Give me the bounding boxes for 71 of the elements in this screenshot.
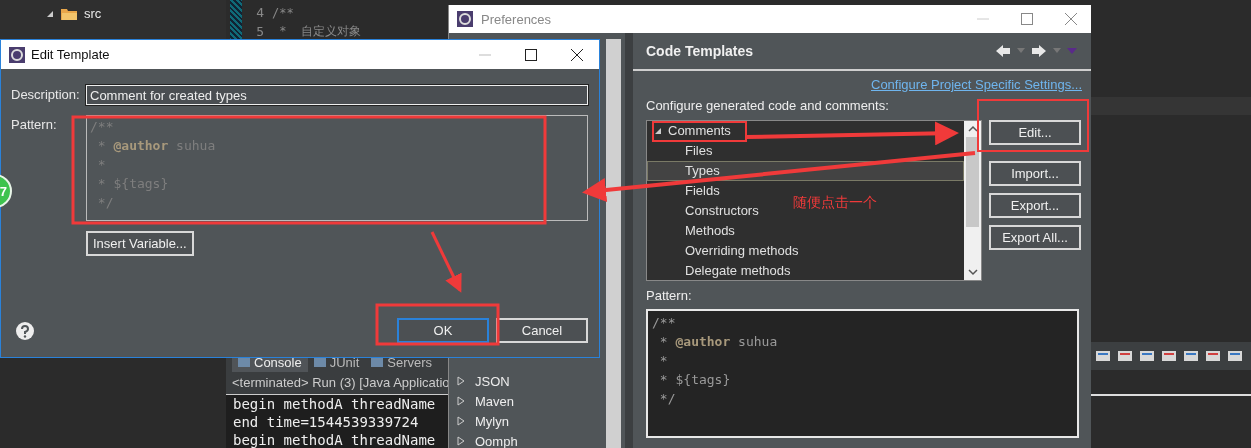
tree-item[interactable]: JSON [475,373,510,389]
code-line: /** [652,314,677,332]
scrollbar[interactable] [964,121,981,280]
page-heading: Code Templates [646,43,754,59]
field-label: Pattern: [11,116,58,132]
section-label: Configure generated code and comments: [646,98,890,113]
code-line: * 自定义对象 [278,23,361,40]
ok-button[interactable]: OK [397,318,489,343]
scroll-down-icon[interactable] [967,268,978,276]
help-icon[interactable] [15,320,35,341]
close-icon[interactable] [571,48,583,61]
tree-item[interactable]: Delegate methods [647,260,798,280]
code-line: */ [658,390,677,408]
expand-caret-icon[interactable] [457,396,465,406]
console-status: <terminated> Run (3) [Java Applicatio [226,372,448,395]
expand-caret-icon[interactable] [457,436,465,446]
tree-item[interactable]: Constructors [647,200,766,221]
maximize-icon[interactable] [525,48,537,61]
code-line: * [96,156,107,174]
code-line: /** [90,118,115,136]
gear-icon [9,46,25,63]
expand-caret-icon[interactable] [46,9,54,18]
cancel-button[interactable]: Cancel [496,318,588,343]
line-number: 5 [255,24,264,39]
toolbar-icon[interactable] [1182,348,1200,364]
toolbar-icon[interactable] [1094,348,1112,364]
toolbar-icon[interactable] [1116,348,1134,364]
panel-tab[interactable]: Servers [365,352,439,372]
toolbar-icon[interactable] [1204,348,1222,364]
code-line: * ${tags} [658,371,732,389]
toolbar-icon[interactable] [1138,348,1156,364]
code-line: * [658,352,669,370]
code-line: */ [96,194,115,212]
code-line: *@author suhua [658,333,779,351]
tree-item[interactable]: src [84,6,102,21]
window-title: Edit Template [31,47,110,62]
scrollbar[interactable] [606,39,621,448]
settings-link[interactable]: Configure Project Specific Settings... [871,77,1082,92]
line-number: 4 [255,5,264,20]
tree-item[interactable]: Files [647,140,720,161]
tree-item[interactable]: Methods [647,220,742,241]
action-button[interactable]: Export All... [989,225,1081,250]
expand-caret-icon[interactable] [654,126,662,135]
field-label: Description: [11,86,81,102]
tree-item[interactable]: Overriding methods [647,240,806,261]
tree-item[interactable]: Oomph [475,433,518,448]
window-title: Preferences [481,11,552,27]
insert-variable-button[interactable]: Insert Variable... [86,231,194,256]
expand-caret-icon[interactable] [457,416,465,426]
panel-tab[interactable]: JUnit [307,352,366,372]
tree-item[interactable]: Fields [647,180,727,201]
folder-icon [60,6,78,21]
back-arrow-icon[interactable] [995,44,1011,58]
description-field[interactable]: Comment for created types [86,85,588,105]
toolbar-icon[interactable] [1160,348,1178,364]
action-button[interactable]: Export... [989,193,1081,218]
action-button[interactable]: Import... [989,161,1081,186]
expand-caret-icon[interactable] [457,376,465,386]
annotation-note: 随便点击一个 [793,194,877,212]
action-button[interactable]: Edit... [989,120,1081,145]
code-line: /** [272,5,294,20]
toolbar-icon[interactable] [1226,348,1244,364]
tree-item[interactable]: Comments [647,121,738,141]
tree-item[interactable]: Mylyn [475,413,509,429]
overview-ruler [230,0,242,40]
forward-arrow-icon[interactable] [1031,44,1047,58]
tree-item[interactable]: Maven [475,393,515,409]
arrow [430,231,462,293]
field-label: Pattern: [646,288,693,303]
scroll-up-icon[interactable] [967,125,978,133]
gear-icon [457,11,473,27]
